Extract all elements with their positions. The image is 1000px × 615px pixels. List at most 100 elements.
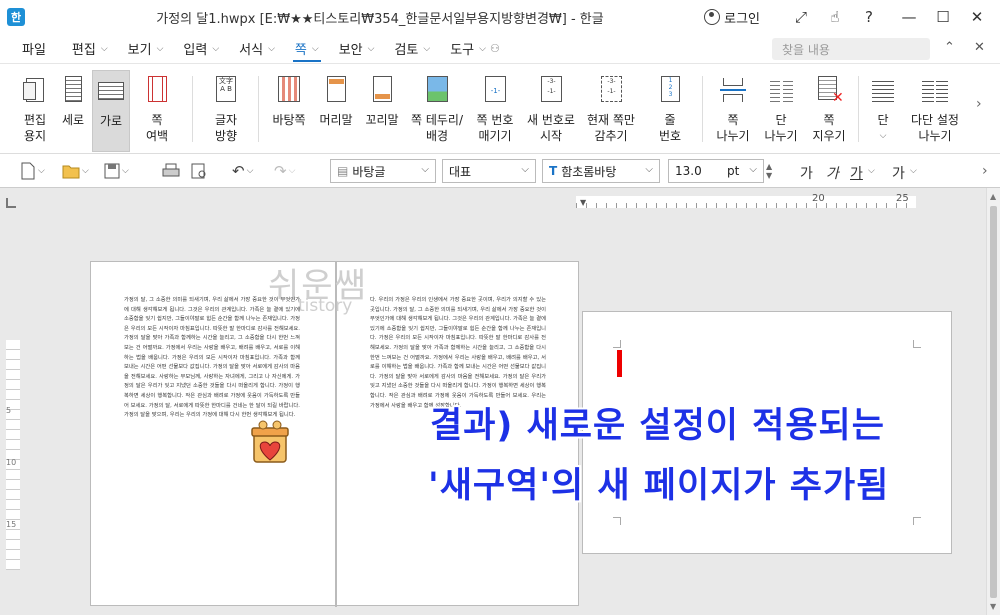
hand-pointer-icon[interactable]: ☝	[818, 8, 852, 26]
italic-button[interactable]: 가	[826, 163, 839, 183]
close-button[interactable]: ✕	[960, 8, 994, 26]
print-button[interactable]	[162, 160, 180, 182]
chevron-down-icon: ⌵	[479, 43, 486, 54]
vertical-ruler[interactable]	[6, 340, 20, 570]
new-doc-button[interactable]: ⌵	[20, 160, 45, 182]
style-value: 바탕글	[352, 164, 386, 179]
footer-label: 꼬리말	[365, 113, 399, 127]
line-number-button[interactable]: 123 줄 번호	[648, 70, 692, 152]
menu-file[interactable]: 파일	[0, 34, 62, 64]
save-button[interactable]: ⌵	[104, 160, 129, 182]
menu-label: 쪽	[294, 43, 307, 58]
menu-format[interactable]: 서식 ⌵	[229, 34, 285, 64]
menu-security[interactable]: 보안 ⌵	[329, 34, 385, 64]
chevron-down-icon: ⌵	[311, 43, 319, 54]
ribbon-separator	[702, 76, 703, 142]
font-select[interactable]: T 함초롬바탕 ⌵	[542, 159, 660, 183]
minimize-button[interactable]: —	[892, 8, 926, 26]
master-page-button[interactable]: 바탕쪽	[266, 70, 312, 152]
collapse-ribbon-icon[interactable]: ⌃	[944, 40, 955, 55]
menu-bar: 파일 편집 ⌵ 보기 ⌵ 입력 ⌵ 서식 ⌵ 쪽 ⌵ 보안 ⌵ 검토 ⌵ 도구 ⌵ ⚇ 찾을 내용…	[0, 34, 1000, 64]
page-numbering-label-2: 매기기	[478, 129, 512, 143]
underline-button[interactable]: 가	[850, 163, 863, 183]
hide-page-icon: -3- -1-	[598, 76, 624, 104]
text-direction-button[interactable]: 文字 A B 글자 방향	[204, 70, 248, 152]
chevron-down-icon: ⌵	[100, 43, 108, 54]
scroll-down-icon[interactable]: ▼	[990, 602, 996, 611]
style-icon: ▤	[337, 164, 349, 178]
user-icon	[704, 9, 721, 25]
page-break-icon	[720, 76, 746, 104]
hide-current-page-button[interactable]: -3- -1- 현재 쪽만 감추기	[582, 70, 640, 152]
columns-button[interactable]: 단 ⌵	[864, 70, 902, 152]
undo-button[interactable]: ↶ ⌵	[232, 160, 253, 182]
fullscreen-icon[interactable]: ⤢	[784, 8, 818, 26]
help-icon[interactable]: ?	[852, 8, 886, 26]
close-doc-icon[interactable]: ✕	[974, 40, 985, 55]
delete-page-label-1: 쪽	[823, 113, 835, 127]
menu-tools[interactable]: 도구 ⌵ ⚇	[440, 34, 510, 64]
page-break-button[interactable]: 쪽 나누기	[710, 70, 756, 152]
margin-corner-mark	[913, 517, 921, 525]
style-select[interactable]: ▤ 바탕글 ⌵	[330, 159, 436, 183]
ribbon-scroll-right-icon[interactable]: ›	[976, 96, 982, 112]
portrait-label: 세로	[61, 113, 85, 127]
page-margin-button[interactable]: 쪽여백	[134, 70, 180, 152]
scroll-thumb[interactable]	[990, 206, 997, 598]
toolbar-more-icon[interactable]: ›	[982, 163, 988, 179]
column-break-button[interactable]: 단 나누기	[758, 70, 804, 152]
share-icon[interactable]: ⚇	[490, 42, 500, 55]
open-doc-button[interactable]: ⌵	[62, 160, 89, 182]
columns-label: 단	[877, 113, 889, 127]
indent-marker[interactable]: ▼	[580, 198, 586, 207]
redo-button[interactable]: ↷ ⌵	[274, 160, 295, 182]
text-direction-label-2: 방향	[214, 129, 238, 143]
line-number-icon: 123	[657, 76, 683, 104]
strikethrough-button[interactable]: 가	[892, 163, 905, 183]
landscape-icon	[98, 77, 124, 105]
delete-page-button[interactable]: ✕ 쪽지우기	[806, 70, 852, 152]
edit-paper-label-2: 용지	[23, 129, 47, 143]
header-button[interactable]: 머리말	[314, 70, 358, 152]
column-break-icon	[768, 76, 794, 104]
portrait-button[interactable]: 세로	[54, 70, 92, 152]
chevron-down-icon[interactable]: ⌵	[910, 166, 917, 176]
menu-page[interactable]: 쪽 ⌵	[285, 34, 329, 64]
page-numbering-button[interactable]: -1- 쪽 번호 매기기	[470, 70, 520, 152]
page-margin-label-2: 여백	[145, 129, 169, 143]
page-border-button[interactable]: 쪽 테두리/배경	[408, 70, 466, 152]
footer-button[interactable]: 꼬리말	[360, 70, 404, 152]
landscape-button[interactable]: 가로	[92, 70, 130, 152]
chevron-down-icon: ⌵	[268, 43, 275, 54]
login-label: 로그인	[724, 11, 760, 27]
maximize-button[interactable]: ☐	[926, 8, 960, 26]
chevron-down-icon: ⌵	[879, 131, 887, 141]
delete-page-icon: ✕	[816, 76, 844, 106]
language-select[interactable]: 대표 ⌵	[442, 159, 536, 183]
new-number-button[interactable]: -3- -1- 새 번호로 시작	[524, 70, 578, 152]
bold-button[interactable]: 가	[800, 163, 813, 183]
delete-page-label-2: 지우기	[812, 129, 846, 143]
login-button[interactable]: 로그인	[704, 8, 760, 27]
menu-insert[interactable]: 입력 ⌵	[173, 34, 229, 64]
tab-stop-icon[interactable]	[6, 198, 16, 208]
scroll-up-icon[interactable]: ▲	[990, 192, 996, 201]
menu-edit[interactable]: 편집 ⌵	[62, 34, 118, 64]
edit-paper-button[interactable]: 편집 용지	[12, 70, 58, 152]
menu-review[interactable]: 검토 ⌵	[384, 34, 440, 64]
ruler-mark: 5	[6, 406, 12, 415]
print-preview-button[interactable]	[190, 160, 208, 182]
edit-paper-icon	[22, 76, 48, 104]
page-margin-label-1: 쪽	[151, 113, 163, 127]
font-size-stepper[interactable]: ▲ ▼	[766, 162, 772, 180]
horizontal-ruler[interactable]: 20 25 ▼	[576, 193, 916, 208]
chevron-down-icon[interactable]: ⌵	[868, 166, 875, 176]
search-input[interactable]: 찾을 내용	[772, 38, 930, 60]
line-number-label-1: 줄	[664, 113, 676, 127]
menu-view[interactable]: 보기 ⌵	[118, 34, 174, 64]
font-size-input[interactable]: 13.0 pt ⌵	[668, 159, 764, 183]
multi-column-button[interactable]: 다단 설정 나누기	[904, 70, 966, 152]
page-break-label-2: 나누기	[716, 129, 750, 143]
vertical-scrollbar[interactable]: ▲ ▼	[986, 188, 1000, 615]
ribbon-separator	[258, 76, 259, 142]
